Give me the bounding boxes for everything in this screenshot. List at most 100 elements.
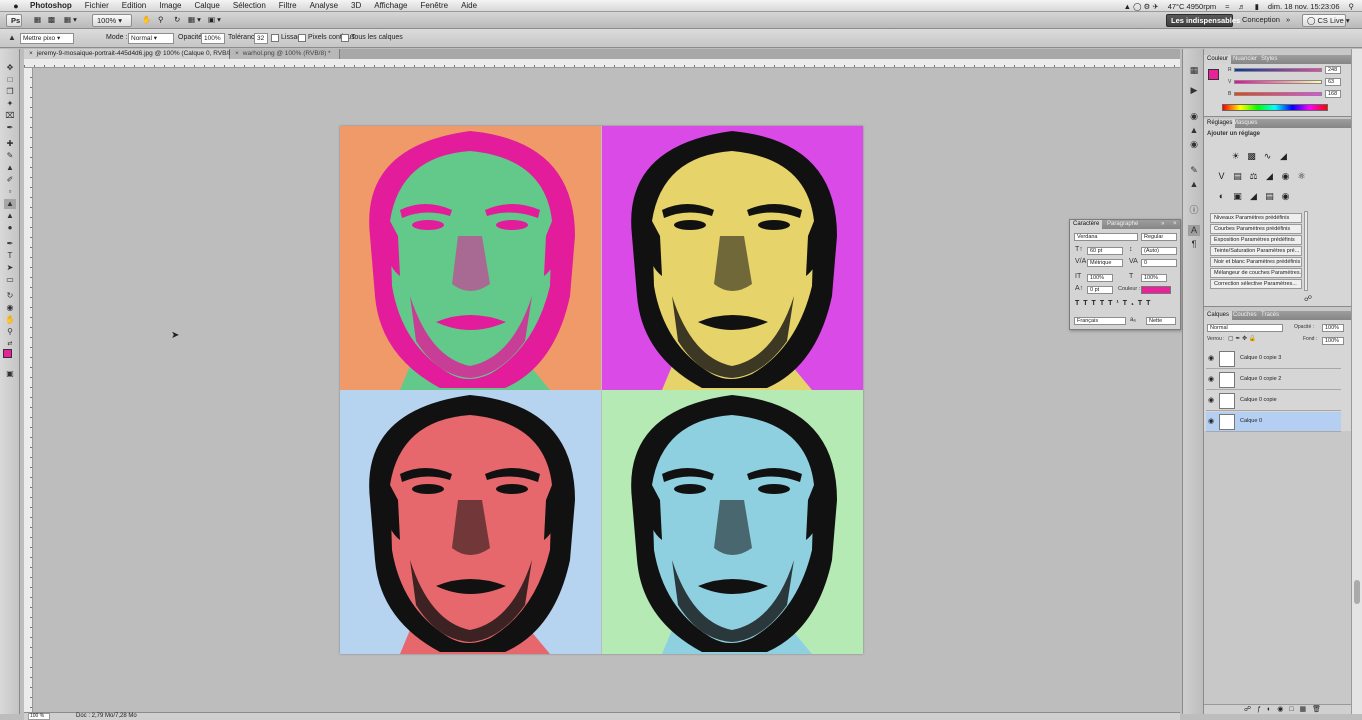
dodge-tool-icon[interactable]: ● — [4, 223, 16, 233]
path-selection-icon[interactable]: ➤ — [4, 263, 16, 273]
r-slider[interactable] — [1234, 68, 1322, 72]
history-panel-icon[interactable]: ▦ — [1188, 65, 1200, 76]
pen-tool-icon[interactable]: ✒ — [4, 239, 16, 249]
brushes-panel-icon[interactable]: ✎ — [1188, 165, 1200, 176]
marquee-tool-icon[interactable]: □ — [4, 75, 16, 85]
curves-icon[interactable]: ∿ — [1262, 151, 1273, 162]
tab-caractere[interactable]: Caractère — [1070, 220, 1103, 229]
menu-selection[interactable]: Sélection — [233, 1, 266, 10]
rotate-view-icon[interactable]: ↻ — [170, 14, 184, 27]
lissage-checkbox[interactable] — [271, 34, 279, 42]
zoom-readout[interactable]: 100 % — [28, 713, 50, 720]
layer-row[interactable]: ◉ Calque 0 copie 2 — [1206, 370, 1341, 390]
tab-couches[interactable]: Couches — [1230, 311, 1260, 320]
volume-icon[interactable]: ♬ — [1238, 2, 1246, 11]
3d-panel-icon[interactable]: ◉ — [1188, 111, 1200, 122]
gradient-map-icon[interactable]: ▤ — [1264, 191, 1275, 202]
lock-icons[interactable]: ▢ ✒ ✥ 🔒 — [1228, 335, 1256, 343]
clone-source-panel-icon[interactable]: ▲ — [1188, 179, 1200, 190]
tab-document-1[interactable]: × jeremy-9-mosaique-portrait-445d4d6.jpg … — [24, 49, 242, 59]
clone-stamp-icon[interactable]: ▲ — [4, 163, 16, 173]
lasso-tool-icon[interactable]: ❒ — [4, 87, 16, 97]
measure-panel-icon[interactable]: ▲ — [1188, 125, 1200, 136]
tab-paragraphe[interactable]: Paragraphe — [1104, 220, 1141, 229]
bridge-icon[interactable]: ▦ — [30, 14, 45, 27]
quick-mask-icon[interactable]: ▣ — [4, 369, 16, 379]
move-tool-icon[interactable]: ✥ — [4, 63, 16, 73]
posterize-icon[interactable]: ▣ — [1232, 191, 1243, 202]
baseline-shift-field[interactable]: 0 pt — [1087, 286, 1113, 294]
extras-icon[interactable]: ▦ ▾ — [60, 14, 81, 27]
g-field[interactable]: 63 — [1325, 78, 1341, 86]
brush-tool-icon[interactable]: ✎ — [4, 151, 16, 161]
menu-calque[interactable]: Calque — [195, 1, 220, 10]
panel-close-icon[interactable]: × — [1170, 220, 1180, 229]
fill-field[interactable]: 100% — [1322, 337, 1344, 345]
paint-bucket-tool-icon[interactable]: ▲ — [4, 199, 16, 209]
apple-menu-icon[interactable]: ● — [10, 1, 22, 11]
clock[interactable]: dim. 18 nov. 15:23:06 — [1268, 2, 1340, 11]
scrollbar-thumb[interactable] — [1354, 580, 1360, 604]
preset-melangeur[interactable]: Mélangeur de couches Paramètres... — [1210, 268, 1302, 278]
battery-icon[interactable]: ▮ — [1255, 2, 1259, 11]
preset-correction-selective[interactable]: Correction sélective Paramètres... — [1210, 279, 1302, 289]
tab-couleur[interactable]: Couleur — [1204, 55, 1232, 64]
exposure-icon[interactable]: ◢ — [1278, 151, 1289, 162]
panel-collapse-icon[interactable]: » — [1158, 220, 1167, 229]
tab-document-2[interactable]: × warhol.png @ 100% (RVB/8) * — [230, 49, 340, 59]
menu-3d[interactable]: 3D — [351, 1, 361, 10]
color-balance-icon[interactable]: ⚖ — [1248, 171, 1259, 182]
screen-mode-icon[interactable]: ▣ ▾ — [204, 14, 225, 27]
foreground-color-swatch[interactable] — [1208, 69, 1219, 80]
visibility-eye-icon[interactable]: ◉ — [1208, 375, 1214, 383]
font-family-select[interactable]: Verdana — [1074, 233, 1138, 241]
swap-colors-icon[interactable]: ⇄ — [4, 339, 16, 349]
close-tab-icon[interactable]: × — [29, 50, 33, 57]
minibridge-icon[interactable]: ▩ — [44, 14, 59, 27]
history-brush-icon[interactable]: ✐ — [4, 175, 16, 185]
g-slider[interactable] — [1234, 80, 1322, 84]
hue-saturation-icon[interactable]: ▤ — [1232, 171, 1243, 182]
layer-row[interactable]: ◉ Calque 0 copie 3 — [1206, 349, 1341, 369]
tool-preset-select[interactable]: Mettre pixo ▾ — [20, 33, 74, 44]
preset-niveaux[interactable]: Niveaux Paramètres prédéfinis — [1210, 213, 1302, 223]
mode-select[interactable]: Normal ▾ — [128, 33, 174, 44]
antialias-select[interactable]: Nette — [1146, 317, 1176, 325]
blur-tool-icon[interactable]: ▲ — [4, 211, 16, 221]
selective-color-icon[interactable]: ◉ — [1280, 191, 1291, 202]
layers-footer-buttons[interactable]: ☍ƒ◐◉□▦🗑 — [1204, 704, 1351, 714]
vertical-scale-field[interactable]: 100% — [1087, 274, 1113, 282]
preset-courbes[interactable]: Courbes Paramètres prédéfinis — [1210, 224, 1302, 234]
zoom-tool-icon[interactable]: ⚲ — [4, 327, 16, 337]
workspace-conception[interactable]: Conception — [1238, 14, 1284, 27]
layer-opacity-field[interactable]: 100% — [1322, 324, 1344, 332]
tab-traces[interactable]: Tracés — [1258, 311, 1282, 320]
visibility-eye-icon[interactable]: ◉ — [1208, 417, 1214, 425]
tolerance-field[interactable]: 32 — [254, 33, 268, 44]
paint-bucket-icon[interactable]: ▲ — [6, 33, 18, 43]
visibility-eye-icon[interactable]: ◉ — [1208, 354, 1214, 362]
brightness-contrast-icon[interactable]: ☀ — [1230, 151, 1241, 162]
status-icons[interactable]: ▲ ◯ ⚙ ✈ — [1124, 2, 1159, 11]
pop-art-image[interactable] — [340, 126, 863, 654]
menu-edition[interactable]: Edition — [122, 1, 146, 10]
tracking-field[interactable]: 0 — [1141, 259, 1177, 267]
kerning-field[interactable]: Métrique — [1087, 259, 1123, 267]
blend-mode-select[interactable]: Normal — [1207, 324, 1283, 332]
font-style-select[interactable]: Regular — [1141, 233, 1177, 241]
zoom-select[interactable]: 100% ▾ — [92, 14, 132, 27]
menu-app[interactable]: Photoshop — [30, 1, 72, 10]
character-panel-icon[interactable]: A — [1188, 225, 1200, 236]
doc-size-readout[interactable]: Doc : 2,79 Mo/7,28 Mo — [76, 713, 137, 720]
workspace-menu-icon[interactable]: » — [1282, 14, 1294, 27]
threshold-icon[interactable]: ◢ — [1248, 191, 1259, 202]
navigator-panel-icon[interactable]: ◉ — [1188, 139, 1200, 150]
horizontal-scale-field[interactable]: 100% — [1141, 274, 1167, 282]
spotlight-icon[interactable]: ⚲ — [1349, 2, 1355, 11]
crop-tool-icon[interactable]: ⌧ — [4, 111, 16, 121]
b-slider[interactable] — [1234, 92, 1322, 96]
contigus-checkbox[interactable] — [298, 34, 306, 42]
leading-field[interactable]: (Auto) — [1141, 247, 1177, 255]
workspace-essentials[interactable]: Les indispensables — [1166, 14, 1240, 27]
quick-selection-tool-icon[interactable]: ✦ — [4, 99, 16, 109]
